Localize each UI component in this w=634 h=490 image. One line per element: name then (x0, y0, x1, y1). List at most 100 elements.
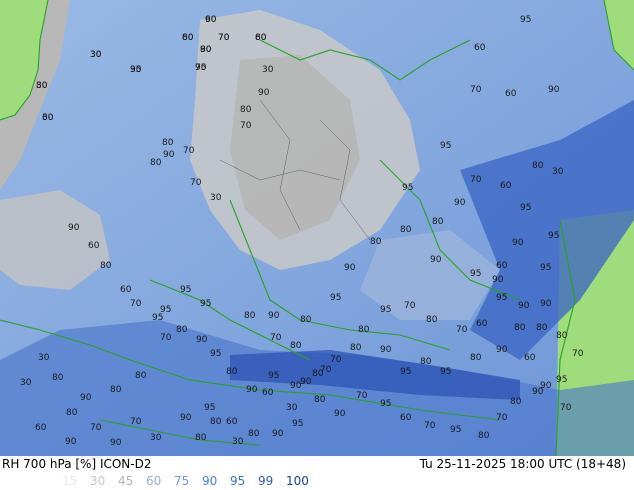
contour-label: 80 (210, 417, 222, 427)
contour-label: 60 (262, 388, 274, 398)
legend-value-100: 100 (286, 474, 309, 488)
contour-label: 30 (232, 437, 244, 447)
contour-label: 95 (440, 367, 451, 377)
contour-label: 95 (440, 141, 451, 151)
contour-label: 90 (200, 45, 212, 55)
contour-label: 95 (540, 263, 551, 273)
product-title: RH 700 hPa [%] ICON-D2 (2, 457, 152, 471)
contour-label: 60 (255, 33, 267, 43)
contour-label: 80 (248, 429, 260, 439)
contour-label: 60 (496, 261, 508, 271)
contour-label: 90 (540, 299, 552, 309)
legend-value-95: 95 (230, 474, 246, 488)
contour-label: 80 (400, 225, 412, 235)
contour-label: 30 (552, 167, 564, 177)
contour-label: 70 (560, 403, 572, 413)
contour-label: 90 (496, 345, 508, 355)
contour-label: 90 (380, 345, 392, 355)
contour-label: 95 (330, 293, 341, 303)
contour-label: 80 (300, 315, 312, 325)
contour-label: 90 (512, 238, 524, 248)
contour-label: 70 (470, 175, 482, 185)
humidity-map: 6030303080703060 70 8030908070807090807030… (0, 0, 634, 456)
contour-label: 80 (162, 138, 174, 148)
contour-label: 95 (204, 403, 215, 413)
contour-label: 30 (38, 353, 50, 363)
contour-label: 90 (430, 255, 442, 265)
contour-label: 70 (90, 423, 102, 433)
contour-label: 90 (290, 381, 302, 391)
map-footer: RH 700 hPa [%] ICON-D2 Tu 25-11-2025 18:… (0, 456, 634, 490)
contour-label: 90 (163, 150, 175, 160)
contour-label: 80 (244, 311, 256, 321)
contour-label: 90 (344, 263, 356, 273)
legend-value-90: 90 (202, 474, 218, 488)
contour-label: 60 (505, 89, 517, 99)
contour-label: 70 (270, 333, 282, 343)
contour-label: 80 (100, 261, 112, 271)
contour-label: 95 (548, 231, 559, 241)
contour-label: 95 (520, 203, 531, 213)
contour-label: 80 (66, 408, 78, 418)
contour-label: 80 (432, 217, 444, 227)
contour-label: 70 (424, 421, 436, 431)
contour-label: 60 (474, 43, 486, 53)
contour-label: 30 (90, 50, 102, 60)
contour-label: 70 (240, 121, 252, 131)
contour-label: 70 (470, 85, 482, 95)
contour-label: 90 (334, 409, 346, 419)
contour-label: 80 (532, 161, 544, 171)
color-legend: 15 30 45 60 75 90 95 99 100 (62, 474, 314, 488)
contour-label: 80 (176, 325, 188, 335)
contour-label: 95 (450, 425, 461, 435)
contour-label: 60 (35, 423, 47, 433)
contour-label: 70 (404, 301, 416, 311)
contour-label: 90 (518, 301, 530, 311)
contour-label: 80 (240, 105, 252, 115)
contour-label: 95 (400, 367, 411, 377)
contour-label: 80 (470, 353, 482, 363)
contour-label: 80 (350, 343, 362, 353)
contour-label: 80 (195, 433, 207, 443)
contour-label: 80 (426, 315, 438, 325)
contour-label: 70 (330, 355, 342, 365)
contour-label: 90 (492, 275, 504, 285)
contour-label: 95 (160, 305, 171, 315)
contour-label: 80 (290, 341, 302, 351)
legend-value-30: 30 (90, 474, 106, 488)
contour-label: 95 (380, 399, 391, 409)
contour-label: 90 (272, 429, 284, 439)
contour-label: 95 (470, 269, 481, 279)
contour-label: 80 (536, 323, 548, 333)
contour-label: 70 (130, 417, 142, 427)
contour-label: 80 (110, 385, 122, 395)
contour-label: 90 (205, 15, 217, 25)
contour-label: 95 (380, 305, 391, 315)
contour-label: 80 (370, 237, 382, 247)
valid-time: Tu 25-11-2025 18:00 UTC (18+48) (419, 457, 626, 471)
contour-label: 80 (358, 325, 370, 335)
contour-label: 80 (135, 371, 147, 381)
legend-value-15: 15 (62, 474, 78, 488)
contour-label: 60 (524, 353, 536, 363)
contour-label: 70 (456, 325, 468, 335)
contour-label: 30 (210, 193, 222, 203)
contour-label: 60 (500, 181, 512, 191)
contour-label: 60 (226, 417, 238, 427)
contour-label: 95 (520, 15, 531, 25)
contour-label: 90 (180, 413, 192, 423)
contour-label: 80 (314, 395, 326, 405)
contour-label: 90 (196, 335, 208, 345)
contour-label: 80 (478, 431, 490, 441)
contour-label: 95 (130, 65, 141, 75)
contour-label: 30 (20, 378, 32, 388)
contour-label: 70 (130, 299, 142, 309)
contour-label: 95 (268, 371, 279, 381)
contour-label: 90 (268, 311, 280, 321)
contour-label: 80 (150, 158, 162, 168)
map-screen: { "header": { "product": "RH 700 hPa [%]… (0, 0, 634, 490)
contour-label: 90 (300, 377, 312, 387)
contour-label: 95 (556, 375, 567, 385)
contour-label: 90 (532, 387, 544, 397)
contour-label: 30 (286, 403, 298, 413)
